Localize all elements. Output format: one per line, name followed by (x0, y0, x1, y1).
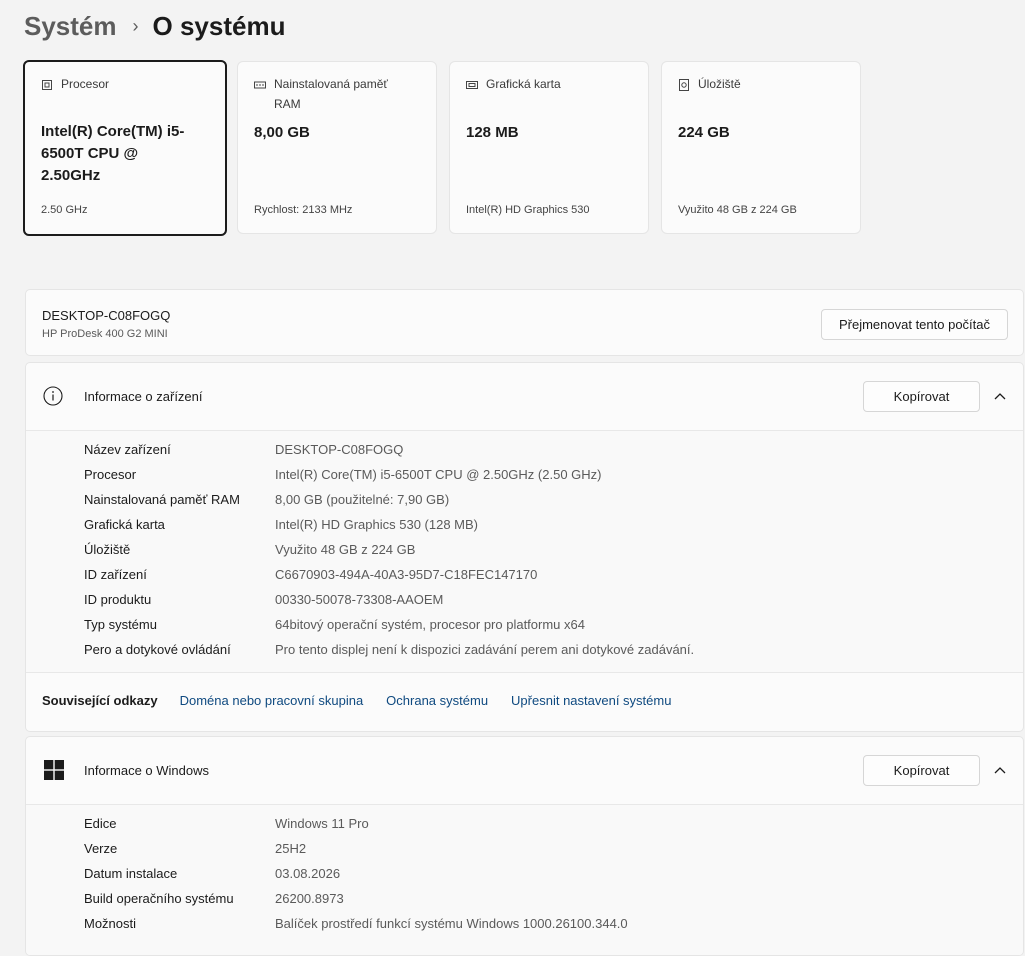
spec-key: Pero a dotykové ovládání (84, 642, 231, 657)
copy-windows-info-button[interactable]: Kopírovat (863, 755, 980, 786)
spec-key: Typ systému (84, 617, 157, 632)
spec-row: Pero a dotykové ovládání Pro tento disple… (84, 637, 694, 662)
processor-card[interactable]: Procesor Intel(R) Core(TM) i5-6500T CPU … (23, 60, 227, 236)
spec-value: C6670903-494A-40A3-95D7-C18FEC147170 (275, 567, 538, 582)
spec-value: 25H2 (275, 841, 307, 856)
spec-row: Edice Windows 11 Pro (84, 811, 369, 836)
spec-row: Název zařízení DESKTOP-C08FOGQ (84, 437, 403, 462)
spec-key: ID zařízení (84, 567, 147, 582)
spec-row: Datum instalace 03.08.2026 (84, 861, 340, 886)
device-info-title: Informace o zařízení (84, 389, 203, 404)
spec-row: Úložiště Využito 48 GB z 224 GB (84, 537, 415, 562)
page-title: O systému (152, 10, 286, 41)
link-advanced-system-settings[interactable]: Upřesnit nastavení systému (511, 693, 671, 708)
spec-value: Windows 11 Pro (275, 816, 369, 831)
processor-icon (42, 80, 52, 90)
spec-value: Pro tento displej není k dispozici zadáv… (275, 642, 695, 657)
windows-info-panel: Informace o Windows Kopírovat Edice Windo… (25, 736, 1024, 956)
device-spec-list: Název zařízení DESKTOP-C08FOGQ Procesor In… (26, 431, 1023, 672)
spec-row: ID produktu 00330-50078-73308-AAOEM (84, 587, 443, 612)
spec-row: Nainstalovaná paměť RAM 8,00 GB (použitel… (84, 487, 449, 512)
card-subtext: Rychlost: 2133 MHz (254, 204, 353, 216)
spec-key: Edice (84, 816, 117, 831)
breadcrumb-chevron-icon: › (132, 15, 139, 36)
memory-icon (254, 81, 266, 89)
chevron-up-icon[interactable] (992, 388, 1008, 404)
spec-key: Grafická karta (84, 517, 165, 532)
spec-value: 03.08.2026 (275, 866, 341, 881)
graphics-card[interactable]: Grafická karta 128 MB Intel(R) HD Graphi… (449, 61, 649, 234)
spec-key: Datum instalace (84, 866, 178, 881)
card-subtext: Intel(R) HD Graphics 530 (466, 204, 590, 216)
copy-device-info-button[interactable]: Kopírovat (863, 381, 980, 412)
spec-row: Procesor Intel(R) Core(TM) i5-6500T CPU @… (84, 462, 602, 487)
spec-key: Build operačního systému (84, 891, 234, 906)
spec-key: Nainstalovaná paměť RAM (84, 492, 240, 507)
spec-key: Verze (84, 841, 118, 856)
spec-value: Balíček prostředí funkcí systému Windows… (275, 916, 628, 931)
card-value: Intel(R) Core(TM) i5-6500T CPU @ 2.50GHz (41, 123, 185, 184)
memory-card[interactable]: Nainstalovaná paměť RAM 8,00 GB Rychlost… (237, 61, 437, 234)
card-value: 128 MB (466, 124, 519, 141)
card-subtext: Využito 48 GB z 224 GB (678, 204, 797, 216)
spec-value: Využito 48 GB z 224 GB (275, 542, 416, 557)
spec-value: 00330-50078-73308-AAOEM (275, 592, 444, 607)
windows-info-title: Informace o Windows (84, 763, 209, 778)
windows-spec-list: Edice Windows 11 Pro Verze 25H2 Datum inst… (26, 805, 1023, 955)
spec-value: 64bitový operační systém, procesor pro p… (275, 617, 585, 632)
spec-value: DESKTOP-C08FOGQ (275, 442, 404, 457)
link-domain-workgroup[interactable]: Doména nebo pracovní skupina (180, 693, 364, 708)
spec-key: Procesor (84, 467, 137, 482)
storage-card[interactable]: Úložiště 224 GB Využito 48 GB z 224 GB (661, 61, 861, 234)
card-value: 8,00 GB (254, 124, 310, 141)
graphics-card-icon (466, 81, 478, 89)
device-info-panel: Informace o zařízení Kopírovat Název zař… (25, 362, 1024, 732)
windows-logo-icon (44, 760, 64, 780)
spec-key: Možnosti (84, 916, 137, 931)
spec-row: ID zařízení C6670903-494A-40A3-95D7-C18FE… (84, 562, 537, 587)
spec-key: Název zařízení (84, 442, 171, 457)
divider (26, 672, 1023, 673)
card-label: Úložiště (698, 77, 741, 91)
spec-value: 8,00 GB (použitelné: 7,90 GB) (275, 492, 450, 507)
spec-value: Intel(R) HD Graphics 530 (128 MB) (275, 517, 479, 532)
breadcrumb-parent-system[interactable]: Systém (24, 11, 117, 42)
spec-key: Úložiště (84, 542, 131, 557)
card-label: Procesor (61, 77, 110, 91)
spec-value: 26200.8973 (275, 891, 344, 906)
link-system-protection[interactable]: Ochrana systému (386, 693, 488, 708)
pc-name-panel: DESKTOP-C08FOGQ HP ProDesk 400 G2 MINI P… (25, 289, 1024, 356)
pc-name: DESKTOP-C08FOGQ (42, 308, 171, 323)
card-label: Grafická karta (486, 77, 561, 91)
spec-row: Typ systému 64bitový operační systém, pro… (84, 612, 585, 637)
card-label: Nainstalovaná paměť RAM (274, 77, 388, 111)
spec-row: Možnosti Balíček prostředí funkcí systému… (84, 911, 628, 936)
spec-row: Verze 25H2 (84, 836, 306, 861)
pc-model: HP ProDesk 400 G2 MINI (42, 328, 168, 340)
card-subtext: 2.50 GHz (41, 204, 88, 216)
breadcrumb: Systém › O systému (24, 8, 285, 44)
info-icon (43, 386, 63, 406)
rename-pc-button[interactable]: Přejmenovat tento počítač (821, 309, 1008, 340)
spec-value: Intel(R) Core(TM) i5-6500T CPU @ 2.50GHz… (275, 467, 602, 482)
spec-row: Grafická karta Intel(R) HD Graphics 530 (… (84, 512, 478, 537)
spec-key: ID produktu (84, 592, 152, 607)
related-links-label: Související odkazy (42, 693, 158, 708)
chevron-up-icon[interactable] (992, 762, 1008, 778)
storage-icon (679, 79, 689, 91)
card-value: 224 GB (678, 124, 730, 141)
related-links: Související odkazy Doména nebo pracovní … (42, 693, 694, 708)
spec-row: Build operačního systému 26200.8973 (84, 886, 344, 911)
